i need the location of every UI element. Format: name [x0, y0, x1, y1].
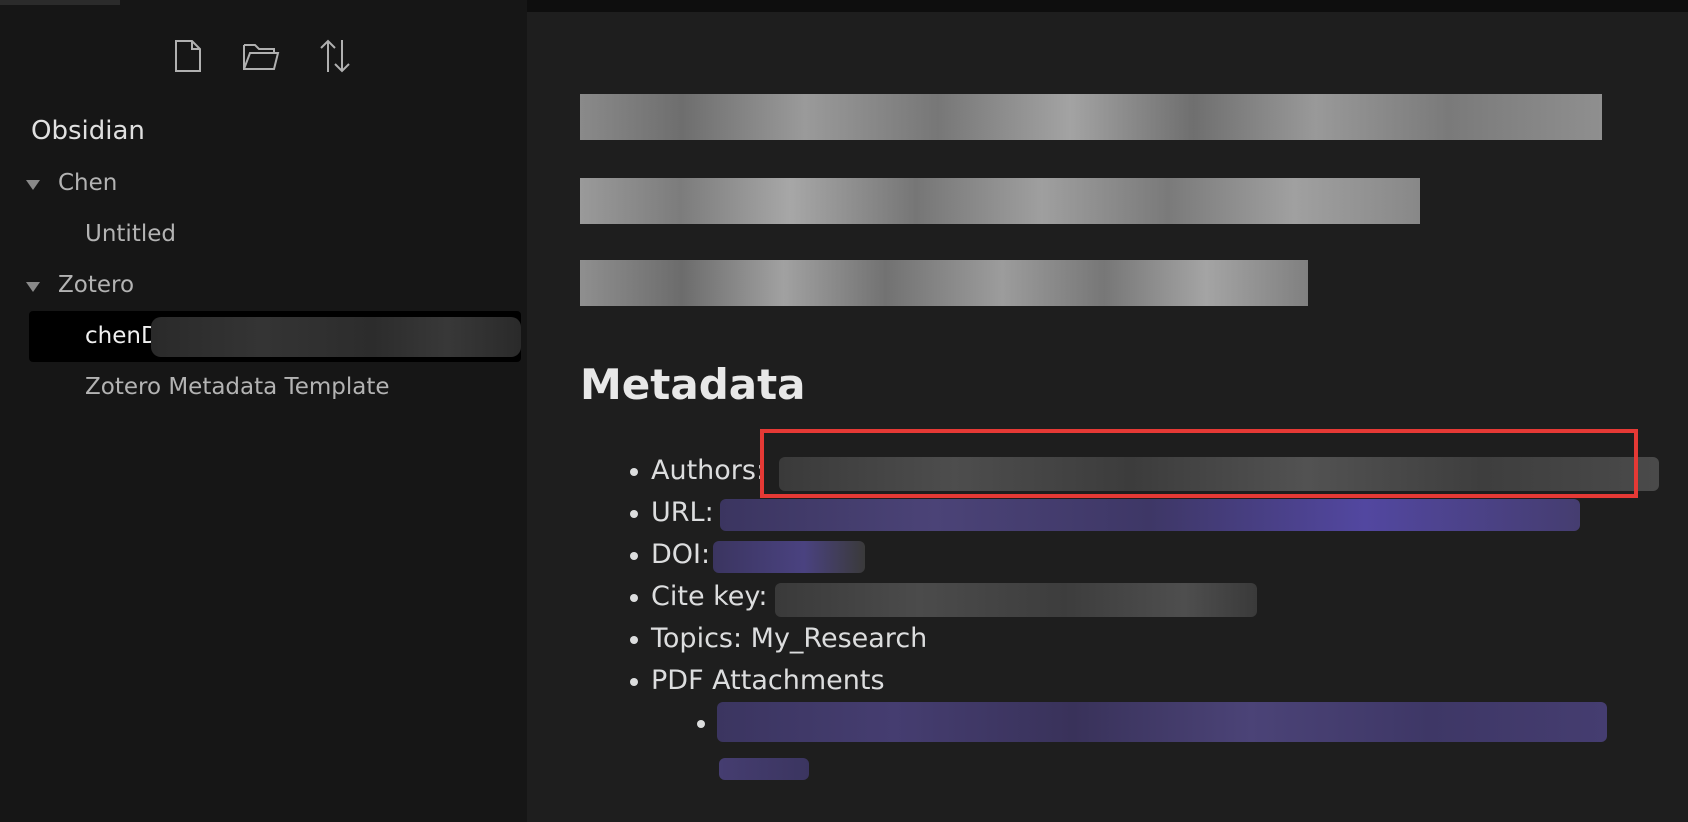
- redacted-filename: [151, 317, 521, 357]
- url-label: URL:: [651, 497, 714, 528]
- bullet: [630, 636, 638, 644]
- redacted-cite-key: [775, 583, 1257, 617]
- redacted-pdf-link-continuation[interactable]: [719, 758, 809, 780]
- highlight-annotation-box: [760, 429, 1638, 498]
- redacted-url-link[interactable]: [720, 499, 1580, 531]
- file-active-note[interactable]: chenD: [29, 311, 521, 362]
- folder-zotero[interactable]: Zotero: [26, 272, 506, 306]
- folder-label: Chen: [58, 170, 118, 196]
- bullet: [630, 552, 638, 560]
- redacted-title-line: [580, 260, 1308, 306]
- file-explorer-sidebar: Obsidian Chen Untitled Zotero chenD Zote…: [0, 0, 527, 822]
- sort-icon: [320, 39, 350, 73]
- file-explorer-actions: [0, 36, 527, 76]
- metadata-heading: Metadata: [580, 360, 806, 409]
- new-note-icon: [175, 40, 201, 72]
- topics-item: Topics: My_Research: [651, 623, 928, 654]
- bullet: [697, 720, 705, 728]
- doi-label: DOI:: [651, 539, 711, 570]
- file-untitled[interactable]: Untitled: [85, 221, 176, 247]
- bullet: [630, 468, 638, 476]
- sort-button[interactable]: [315, 36, 355, 76]
- bullet: [630, 510, 638, 518]
- redacted-title-line: [580, 94, 1602, 140]
- tab-strip-fragment: [0, 0, 120, 5]
- active-file-label: chenD: [85, 323, 159, 349]
- note-editor[interactable]: Metadata Authors: URL: DOI: Cite key: To…: [527, 0, 1688, 822]
- new-folder-icon: [243, 44, 280, 70]
- authors-label: Authors:: [651, 455, 766, 486]
- bullet: [630, 678, 638, 686]
- chevron-down-icon: [26, 282, 40, 292]
- new-folder-button[interactable]: [241, 36, 281, 76]
- folder-label: Zotero: [58, 272, 135, 298]
- bullet: [630, 594, 638, 602]
- file-zotero-metadata-template[interactable]: Zotero Metadata Template: [85, 374, 390, 400]
- folder-chen[interactable]: Chen: [26, 170, 506, 204]
- redacted-pdf-link[interactable]: [717, 702, 1607, 742]
- redacted-doi-link[interactable]: [713, 541, 865, 573]
- vault-name[interactable]: Obsidian: [31, 116, 145, 146]
- cite-key-label: Cite key:: [651, 581, 768, 612]
- pdf-attachments-label: PDF Attachments: [651, 665, 885, 696]
- new-note-button[interactable]: [168, 36, 208, 76]
- redacted-title-line: [580, 178, 1420, 224]
- editor-top-border: [527, 0, 1688, 12]
- chevron-down-icon: [26, 180, 40, 190]
